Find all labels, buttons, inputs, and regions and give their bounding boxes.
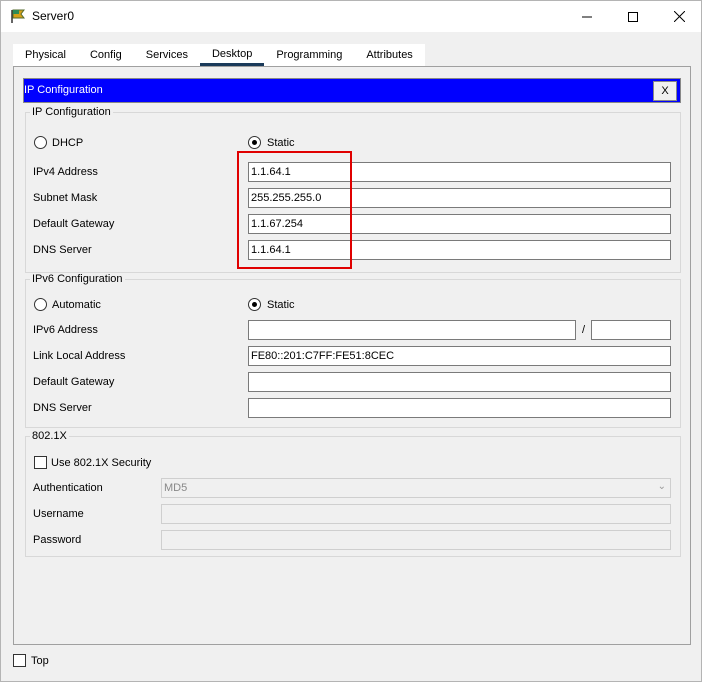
link-local-input[interactable]: FE80::201:C7FF:FE51:8CEC	[248, 346, 671, 366]
dot1x-security-checkbox[interactable]	[34, 456, 47, 469]
ipv6-static-radio[interactable]	[248, 298, 261, 311]
ipv6-static-label: Static	[267, 299, 295, 311]
ipv4-group-label: IP Configuration	[30, 106, 113, 118]
dhcp-radio[interactable]	[34, 136, 47, 149]
authentication-label: Authentication	[33, 482, 103, 494]
ipv6-automatic-label: Automatic	[52, 299, 101, 311]
ipv6-address-label: IPv6 Address	[33, 324, 98, 336]
maximize-button[interactable]	[610, 1, 656, 32]
tab-physical[interactable]: Physical	[13, 44, 78, 66]
ipv4-dns-label: DNS Server	[33, 244, 92, 256]
top-label: Top	[31, 655, 49, 667]
chevron-down-icon: ⌄	[657, 481, 666, 492]
server-app-icon	[11, 9, 25, 23]
authentication-select[interactable]: MD5 ⌄	[161, 478, 671, 498]
ipv6-prefix-input[interactable]	[591, 320, 671, 340]
close-window-button[interactable]	[656, 1, 702, 32]
highlight-box	[237, 151, 352, 269]
ip-configuration-header: IP Configuration X	[23, 78, 681, 103]
ipv6-automatic-radio[interactable]	[34, 298, 47, 311]
ipv4-static-radio[interactable]	[248, 136, 261, 149]
ipv6-prefix-slash: /	[582, 324, 586, 336]
tab-config[interactable]: Config	[77, 44, 134, 66]
ipv6-address-input[interactable]	[248, 320, 576, 340]
ipv6-gateway-input[interactable]	[248, 372, 671, 392]
password-label: Password	[33, 534, 82, 546]
dot1x-security-label: Use 802.1X Security	[51, 457, 152, 469]
link-local-label: Link Local Address	[33, 350, 126, 362]
password-input[interactable]	[161, 530, 671, 550]
ip-configuration-close-button[interactable]: X	[653, 81, 677, 101]
tab-attributes[interactable]: Attributes	[354, 44, 425, 66]
server0-window: Server0 Physical Config Services Desktop…	[0, 0, 702, 682]
ip-configuration-title: IP Configuration	[24, 84, 103, 96]
authentication-value: MD5	[164, 482, 188, 494]
tab-programming[interactable]: Programming	[264, 44, 355, 66]
ipv6-gateway-label: Default Gateway	[33, 376, 115, 388]
dot1x-group-label: 802.1X	[30, 430, 69, 442]
ipv6-dns-label: DNS Server	[33, 402, 92, 414]
ipv4-gateway-label: Default Gateway	[33, 218, 115, 230]
subnet-mask-label: Subnet Mask	[33, 192, 98, 204]
close-icon	[673, 11, 685, 22]
tab-bar: Physical Config Services Desktop Program…	[13, 44, 425, 66]
desktop-content-panel: IP Configuration X IP Configuration DHCP…	[13, 66, 691, 645]
ipv4-static-label: Static	[267, 137, 295, 149]
ipv6-group-label: IPv6 Configuration	[30, 273, 125, 285]
top-checkbox[interactable]	[13, 654, 26, 667]
username-label: Username	[33, 508, 84, 520]
ipv6-dns-input[interactable]	[248, 398, 671, 418]
dhcp-label: DHCP	[52, 137, 84, 149]
ipv4-address-label: IPv4 Address	[33, 166, 98, 178]
window-title: Server0	[32, 9, 75, 23]
username-input[interactable]	[161, 504, 671, 524]
maximize-icon	[628, 11, 638, 22]
minimize-icon	[582, 16, 592, 17]
minimize-button[interactable]	[564, 1, 610, 32]
tab-desktop[interactable]: Desktop	[199, 44, 265, 66]
title-bar: Server0	[1, 1, 701, 32]
tab-services[interactable]: Services	[133, 44, 200, 66]
